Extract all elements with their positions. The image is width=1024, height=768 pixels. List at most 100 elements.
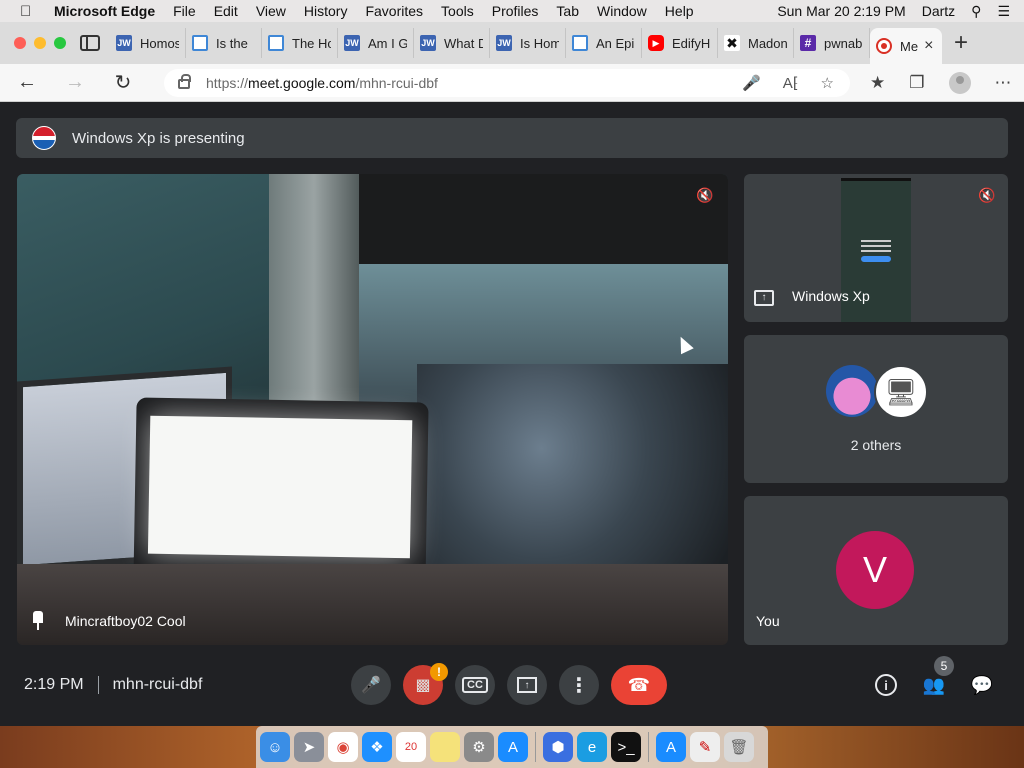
more-options-button[interactable]: ⋮ xyxy=(559,665,599,705)
tab-label: Is Hom xyxy=(520,35,559,51)
menu-window[interactable]: Window xyxy=(597,3,647,19)
self-tile[interactable]: V You xyxy=(744,496,1008,645)
video-background xyxy=(343,174,728,274)
window-close-button[interactable] xyxy=(14,37,26,49)
add-favorite-icon[interactable]: ☆ xyxy=(821,74,834,92)
tab-item[interactable]: JW Homos xyxy=(110,28,186,58)
calendar-icon[interactable]: 20 xyxy=(396,732,426,762)
tab-actions-icon[interactable] xyxy=(80,35,100,51)
main-tile-participant-name: Mincraftboy02 Cool xyxy=(65,613,186,629)
participant-count-badge: 5 xyxy=(934,656,954,676)
terminal-icon[interactable]: >_ xyxy=(611,732,641,762)
menu-tab[interactable]: Tab xyxy=(556,3,579,19)
presenter-avatar xyxy=(32,126,56,150)
safari-icon[interactable]: ❖ xyxy=(362,732,392,762)
edge-icon[interactable]: e xyxy=(577,732,607,762)
preview-icon[interactable]: ✎ xyxy=(690,732,720,762)
tab-item[interactable]: An Epi xyxy=(566,28,642,58)
menubar-clock[interactable]: Sun Mar 20 2:19 PM xyxy=(777,3,905,19)
menu-view[interactable]: View xyxy=(256,3,286,19)
apple-menu-icon[interactable]:  xyxy=(20,3,40,20)
read-aloud-icon[interactable]: A⁅ xyxy=(783,74,799,92)
others-count-label: 2 others xyxy=(850,437,902,453)
present-screen-button[interactable]: ↑ xyxy=(507,665,547,705)
menu-profiles[interactable]: Profiles xyxy=(492,3,539,19)
meet-stage: Windows Xp is presenting 🔇 Mincraftboy02… xyxy=(0,102,1024,726)
control-center-icon[interactable]: ☰ xyxy=(997,3,1010,20)
collections-icon[interactable]: ❐ xyxy=(909,73,924,93)
others-tile[interactable]: 🖥 2 others xyxy=(744,335,1008,483)
tab-label: The Ho xyxy=(292,35,331,51)
menu-file[interactable]: File xyxy=(173,3,196,19)
pin-icon[interactable] xyxy=(31,611,47,631)
camera-warning-icon[interactable]: ! xyxy=(430,663,448,681)
address-bar[interactable]: https://meet.google.com/mhn-rcui-dbf 🎤 A… xyxy=(164,68,850,97)
reload-button[interactable]: ↻ xyxy=(112,70,134,95)
microphone-button[interactable]: 🎤 xyxy=(351,665,391,705)
menubar-user[interactable]: Dartz xyxy=(922,3,955,19)
address-bar-actions: 🎤 A⁅ ☆ xyxy=(742,74,834,92)
spotlight-search-icon[interactable]: ⚲ xyxy=(971,3,981,20)
menu-help[interactable]: Help xyxy=(665,3,694,19)
app-store-icon[interactable]: A xyxy=(656,732,686,762)
window-minimize-button[interactable] xyxy=(34,37,46,49)
video-background xyxy=(269,174,359,404)
rec-favicon-icon xyxy=(876,38,892,54)
tab-item[interactable]: The Ho xyxy=(262,28,338,58)
menu-edit[interactable]: Edit xyxy=(214,3,238,19)
new-tab-button[interactable]: + xyxy=(954,29,968,57)
tab-close-icon[interactable]: × xyxy=(924,37,933,55)
chrome-icon[interactable]: ◉ xyxy=(328,732,358,762)
jw-favicon-icon: JW xyxy=(420,35,436,51)
menu-tools[interactable]: Tools xyxy=(441,3,474,19)
meeting-time: 2:19 PM xyxy=(24,676,84,693)
hexagon-app-icon[interactable]: ⬢ xyxy=(543,732,573,762)
launchpad-icon[interactable]: ➤ xyxy=(294,732,324,762)
tab-label: What D xyxy=(444,35,483,51)
dock-divider xyxy=(535,732,536,762)
app-store-icon[interactable]: A xyxy=(498,732,528,762)
macos-menubar:  Microsoft Edge File Edit View History … xyxy=(0,0,1024,22)
window-zoom-button[interactable] xyxy=(54,37,66,49)
chat-icon[interactable]: 💬 xyxy=(968,671,996,699)
tab-item[interactable]: JW What D xyxy=(414,28,490,58)
presentation-icon: ↑ xyxy=(754,290,774,306)
muted-mic-icon: 🔇 xyxy=(978,186,996,203)
system-preferences-icon[interactable]: ⚙ xyxy=(464,732,494,762)
tab-label: Madon xyxy=(748,35,787,51)
tab-item[interactable]: # pwnab xyxy=(794,28,870,58)
x-favicon-icon: ✖ xyxy=(724,35,740,51)
notes-icon[interactable] xyxy=(430,732,460,762)
app-menu[interactable]: Microsoft Edge xyxy=(54,3,155,19)
tab-item[interactable]: ▶ EdifyH xyxy=(642,28,718,58)
menu-favorites[interactable]: Favorites xyxy=(365,3,423,19)
favorites-icon[interactable]: ★ xyxy=(870,73,885,93)
meeting-info-icon[interactable]: i xyxy=(875,674,897,696)
captions-button[interactable]: CC xyxy=(455,665,495,705)
macos-dock: ☺ ➤ ◉ ❖ 20 ⚙ A ⬢ e >_ A ✎ 🗑 xyxy=(256,726,768,768)
main-video-tile[interactable]: 🔇 Mincraftboy02 Cool xyxy=(17,174,728,645)
profile-avatar[interactable] xyxy=(948,71,971,94)
doc-favicon-icon xyxy=(192,35,208,51)
tab-item[interactable]: Is the xyxy=(186,28,262,58)
trash-icon[interactable]: 🗑 xyxy=(724,732,754,762)
participant-avatar xyxy=(826,365,878,417)
tab-item[interactable]: ✖ Madon xyxy=(718,28,794,58)
tab-active[interactable]: Me × xyxy=(870,28,942,64)
microphone-icon[interactable]: 🎤 xyxy=(742,74,761,92)
jw-favicon-icon: JW xyxy=(344,35,360,51)
settings-more-icon[interactable]: ⋯ xyxy=(995,73,1012,93)
finder-icon[interactable]: ☺ xyxy=(260,732,290,762)
back-button[interactable]: ← xyxy=(16,71,38,94)
video-background xyxy=(17,564,728,645)
tab-item[interactable]: JW Am I G xyxy=(338,28,414,58)
tab-item[interactable]: JW Is Hom xyxy=(490,28,566,58)
menu-history[interactable]: History xyxy=(304,3,348,19)
lock-icon[interactable] xyxy=(178,74,191,89)
end-call-button[interactable]: ☎ xyxy=(611,665,667,705)
tab-label: pwnab xyxy=(824,35,863,51)
presenter-tile[interactable]: 🔇 ↑ Windows Xp xyxy=(744,174,1008,322)
video-background xyxy=(133,397,429,589)
hash-favicon-icon: # xyxy=(800,35,816,51)
forward-button[interactable]: → xyxy=(64,71,86,94)
